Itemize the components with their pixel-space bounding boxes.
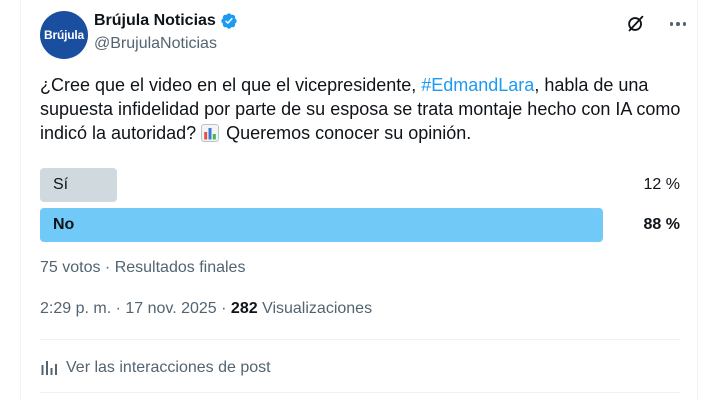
poll-option-percent: 88 % (643, 216, 680, 233)
post-card: Brújula Brújula Noticias @BrujulaNoticia… (20, 0, 698, 400)
poll-option-si[interactable]: Sí 12 % (40, 168, 680, 202)
poll-option-no[interactable]: No 88 % (40, 208, 680, 242)
verified-badge-icon[interactable] (220, 12, 238, 30)
views-count: 282 (230, 300, 258, 317)
author-name-row: Brújula Noticias (94, 12, 238, 30)
view-interactions-link[interactable]: Ver las interacciones de post (40, 359, 271, 377)
poll-meta: 75 votos · Resultados finales (40, 259, 246, 276)
poll-option-percent: 12 % (643, 176, 680, 193)
poll-bar (40, 208, 603, 242)
views-label: Visualizaciones (257, 300, 373, 317)
grok-icon[interactable] (625, 13, 647, 35)
post-text: ¿Cree que el video en el que el vicepres… (40, 73, 690, 145)
timestamp-row: 2:29 p. m. · 17 nov. 2025 · 282 Visualiz… (40, 300, 372, 318)
timestamp-link[interactable]: 2:29 p. m. · 17 nov. 2025 · (40, 300, 231, 317)
divider (40, 392, 680, 393)
view-interactions-label: Ver las interacciones de post (66, 359, 271, 376)
poll: Sí 12 % No 88 % (40, 168, 680, 248)
hashtag-link[interactable]: #EdmandLara (421, 75, 534, 95)
avatar[interactable]: Brújula (40, 11, 88, 59)
poll-bar (40, 168, 117, 202)
post-text-part: ¿Cree que el video en el que el vicepres… (40, 75, 422, 95)
more-icon[interactable] (667, 13, 689, 35)
divider (40, 339, 680, 340)
analytics-icon (41, 361, 57, 375)
author-name[interactable]: Brújula Noticias (94, 12, 216, 30)
avatar-logo-text: Brújula (44, 28, 84, 42)
poll-option-label: No (53, 216, 75, 233)
poll-option-label: Sí (53, 176, 69, 193)
bar-chart-emoji-icon (201, 124, 220, 142)
author-handle[interactable]: @BrujulaNoticias (94, 35, 217, 53)
post-text-part: Queremos conocer su opinión. (221, 123, 472, 143)
